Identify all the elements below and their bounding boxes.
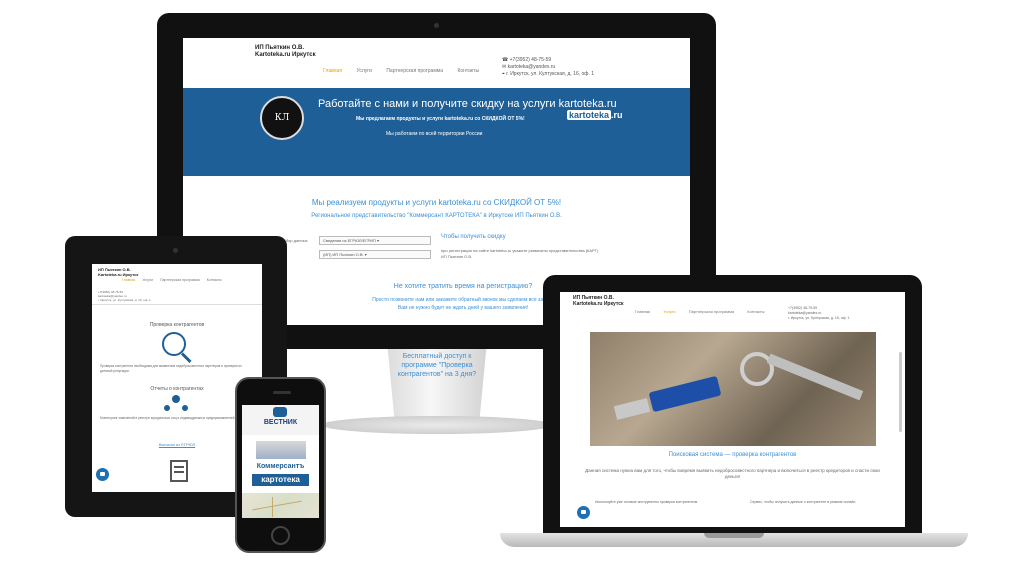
kartoteka-logo-phone: картотека: [252, 474, 309, 486]
tablet-brand[interactable]: ИП Пьяткин О.В. Kartoteka.ru Иркутск: [98, 267, 138, 277]
laptop-screen: ИП Пьяткин О.В. Kartoteka.ru Иркутск Гла…: [560, 292, 905, 527]
usb-connector-shape: [613, 398, 651, 420]
kartoteka-logo-suffix: .ru: [611, 110, 623, 120]
kartoteka-logo-text: kartoteka: [567, 110, 612, 120]
kommersant-logo: Коммерсантъ: [256, 463, 305, 470]
laptop-subtitle: Данная система нужна вам для того, чтобы…: [585, 468, 880, 479]
tablet-brand-line2: Kartoteka.ru Иркутск: [98, 272, 139, 277]
laptop-scrollbar[interactable]: [899, 352, 902, 432]
site-header: ИП Пьяткин О.В. Kartoteka.ru Иркутск Гла…: [183, 38, 690, 88]
vestnik-title: ВЕСТНИК: [263, 419, 298, 426]
tablet-contacts: +7(3952) 48-75-59 kartoteka@yandex.ru г.…: [98, 290, 151, 302]
tablet-divider: [92, 304, 262, 305]
phone-device: ВЕСТНИК Коммерсантъ картотека: [235, 377, 326, 553]
tablet-text2: Мониторинг изменений в реестре юридическ…: [100, 416, 236, 420]
service-select-value: Сведения из ЕГРЮЛ/ЕГРИП: [323, 238, 376, 243]
map-preview[interactable]: [242, 493, 319, 518]
tablet-nav-services[interactable]: Услуги: [142, 278, 153, 282]
laptop-brand[interactable]: ИП Пьяткин О.В. Kartoteka.ru Иркутск: [573, 295, 624, 307]
phone-text: +7(3952) 48-75-59: [509, 57, 552, 63]
phone-screen: ВЕСТНИК Коммерсантъ картотека: [242, 405, 319, 518]
laptop-notch: [704, 533, 764, 538]
partner-select-value: (ИП) ИП Пьяткин О.В.: [323, 252, 364, 257]
laptop-nav-services[interactable]: Услуги: [663, 309, 675, 314]
monitor-camera: [434, 23, 439, 28]
banner-line2: Мы работаем по всей территории России: [386, 131, 483, 137]
banner-title: Работайте с нами и получите скидку на ус…: [318, 98, 617, 110]
vestnik-emblem: [273, 407, 287, 417]
chat-widget-button[interactable]: [96, 468, 109, 481]
site-brand[interactable]: ИП Пьяткин О.В. Kartoteka.ru Иркутск: [255, 45, 316, 59]
laptop-base: [500, 533, 968, 547]
kartoteka-logo: kartoteka .ru: [567, 110, 623, 120]
key-shape: [766, 353, 864, 401]
monitor-stand-base: [322, 416, 552, 434]
emblem-logo: КЛ: [260, 96, 304, 140]
phone-home-button[interactable]: [271, 526, 290, 545]
tablet-address: г. Иркутск, ул. Култукская, д. 16, оф. 1: [98, 298, 151, 302]
tablet-nav: Главная Услуги Партнерская программа Кон…: [122, 278, 222, 282]
email-text: kartoteka@yandex.ru: [507, 64, 556, 70]
laptop-address: г. Иркутск, ул. Култукская, д. 16, оф. 1: [788, 316, 850, 320]
site-contacts: ☎ +7(3952) 48-75-59 ✉ kartoteka@yandex.r…: [502, 57, 594, 78]
nav-services[interactable]: Услуги: [356, 68, 371, 74]
service-select[interactable]: Сведения из ЕГРЮЛ/ЕГРИП ▾: [319, 236, 431, 245]
keys-flashdrive-image: [590, 332, 876, 446]
nav-partner[interactable]: Партнерская программа: [386, 68, 443, 74]
laptop-device: ИП Пьяткин О.В. Kartoteka.ru Иркутск Гла…: [543, 275, 922, 536]
usb-drive-shape: [648, 375, 722, 413]
address-contact: ⌖ г. Иркутск, ул. Култукская, д. 16, оф.…: [502, 71, 594, 77]
brand-line2: Kartoteka.ru Иркутск: [255, 52, 316, 58]
discount-heading: Мы реализуем продукты и услуги kartoteka…: [311, 198, 562, 207]
laptop-contacts: +7(3952) 48-75-59 kartoteka@yandex.ru г.…: [788, 306, 849, 321]
promo-banner: КЛ Работайте с нами и получите скидку на…: [183, 88, 690, 176]
tablet-camera: [173, 248, 178, 253]
laptop-title: Поисковая система — проверка контрагенто…: [668, 452, 797, 458]
monitor-stand-neck: Бесплатный доступ к программе "Проверка …: [387, 349, 487, 419]
representative-heading: Региональное представительство "Коммерса…: [311, 213, 562, 219]
laptop-brand-line2: Kartoteka.ru Иркутск: [573, 301, 624, 307]
brand-line1: ИП Пьяткин О.В.: [255, 45, 305, 51]
laptop-nav: Главная Услуги Партнерская программа Кон…: [635, 309, 765, 314]
phone-contact[interactable]: ☎ +7(3952) 48-75-59: [502, 57, 594, 64]
nav-home[interactable]: Главная: [323, 68, 342, 74]
tablet-nav-partner[interactable]: Партнерская программа: [160, 278, 200, 282]
vestnik-banner: ВЕСТНИК: [242, 405, 319, 435]
laptop-nav-partner[interactable]: Партнерская программа: [689, 309, 734, 314]
email-contact[interactable]: ✉ kartoteka@yandex.ru: [502, 64, 594, 71]
nav-contacts[interactable]: Контакты: [457, 68, 479, 74]
trial-offer-text: Бесплатный доступ к программе "Проверка …: [397, 353, 477, 378]
tablet-text1: Проверка контрагента необходима для выяв…: [100, 364, 242, 373]
phone-speaker: [273, 391, 291, 394]
discount-text: при регистрации на сайте kartoteka.ru ук…: [441, 248, 599, 259]
banner-line1: Мы предлагаем продукты и услуги kartotek…: [356, 116, 525, 122]
tablet-nav-contacts[interactable]: Контакты: [207, 278, 222, 282]
tablet-nav-home[interactable]: Главная: [122, 278, 135, 282]
laptop-nav-home[interactable]: Главная: [635, 309, 650, 314]
address-text: г. Иркутск, ул. Култукская, д. 16, оф. 1: [506, 71, 594, 77]
laptop-col2: Сервис, чтобы получить данные о контраге…: [750, 500, 857, 504]
discount-title: Чтобы получить скидку: [441, 234, 506, 240]
device-mockup-stage: ИП Пьяткин О.В. Kartoteka.ru Иркутск Гла…: [0, 0, 1009, 576]
tablet-section1-title: Проверка контрагентов: [149, 322, 205, 328]
laptop-nav-contacts[interactable]: Контакты: [747, 309, 764, 314]
site-nav: Главная Услуги Партнерская программа Кон…: [323, 59, 489, 77]
laptop-col1: Используйте уже готовые инструменты пров…: [595, 500, 699, 504]
laptop-chat-button[interactable]: [577, 506, 590, 519]
russia-flag-image: [256, 441, 306, 459]
partner-select[interactable]: (ИП) ИП Пьяткин О.В. ▾: [319, 250, 431, 259]
